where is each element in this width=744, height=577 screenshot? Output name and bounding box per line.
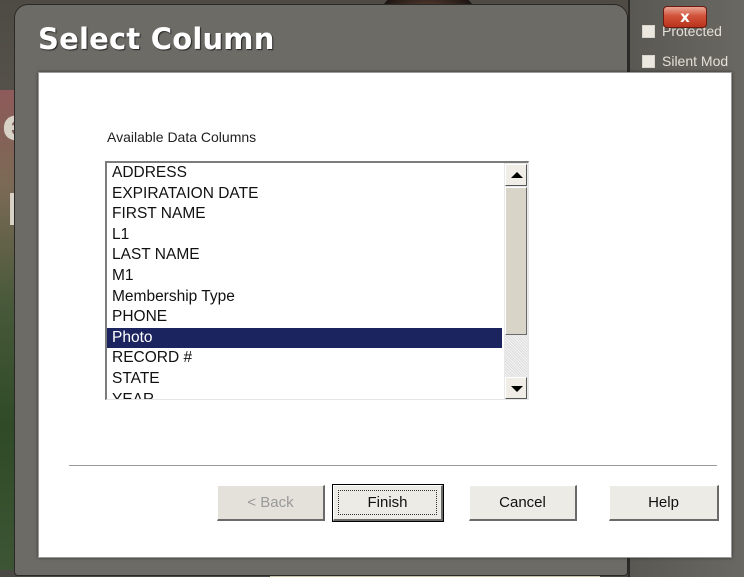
list-item[interactable]: FIRST NAME	[107, 204, 502, 225]
columns-listbox[interactable]: ADDRESS EXPIRATAION DATE FIRST NAME L1 L…	[105, 161, 529, 400]
silent-mode-checkbox[interactable]: Silent Mod	[642, 53, 728, 69]
columns-list: ADDRESS EXPIRATAION DATE FIRST NAME L1 L…	[107, 163, 502, 399]
window-title: Select Column	[38, 22, 275, 56]
listbox-scrollbar[interactable]	[504, 163, 528, 399]
scroll-thumb[interactable]	[505, 187, 527, 335]
scroll-down-button[interactable]	[505, 377, 527, 399]
cancel-button[interactable]: Cancel	[469, 485, 577, 521]
wizard-titlebar: Select Column	[22, 4, 622, 64]
list-item[interactable]: YEAR	[107, 390, 502, 399]
list-item[interactable]: L1	[107, 225, 502, 246]
select-column-dialog: Available Data Columns ADDRESS EXPIRATAI…	[38, 72, 732, 558]
scroll-up-button[interactable]	[505, 164, 527, 186]
available-columns-label: Available Data Columns	[107, 129, 257, 145]
focus-rectangle	[338, 490, 437, 515]
checkbox-label: Silent Mod	[662, 53, 729, 69]
close-icon: x	[680, 8, 690, 26]
list-item[interactable]: RECORD #	[107, 348, 502, 369]
help-button[interactable]: Help	[609, 485, 719, 521]
close-button[interactable]: x	[663, 6, 707, 28]
list-item[interactable]: M1	[107, 266, 502, 287]
list-item[interactable]: PHONE	[107, 307, 502, 328]
list-item-selected[interactable]: Photo	[107, 327, 502, 349]
list-item[interactable]: EXPIRATAION DATE	[107, 184, 502, 205]
scroll-track[interactable]	[505, 336, 527, 376]
list-item[interactable]: ADDRESS	[107, 163, 502, 184]
finish-button[interactable]: Finish	[332, 484, 444, 522]
list-item[interactable]: STATE	[107, 369, 502, 390]
back-button[interactable]: < Back	[217, 485, 325, 521]
arrow-up-icon	[511, 172, 523, 178]
arrow-down-icon	[511, 386, 523, 392]
checkbox-box	[642, 25, 655, 38]
screen: e F Protected Silent Mod Select Column x…	[0, 0, 744, 577]
list-item[interactable]: LAST NAME	[107, 245, 502, 266]
separator-line	[69, 465, 717, 467]
checkbox-box	[642, 55, 655, 68]
list-item[interactable]: Membership Type	[107, 287, 502, 308]
